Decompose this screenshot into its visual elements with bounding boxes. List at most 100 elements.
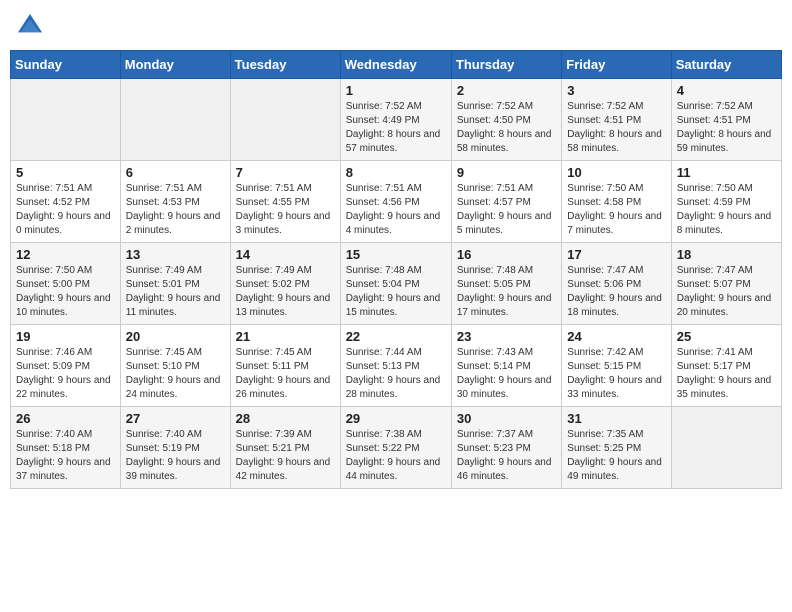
calendar-table: SundayMondayTuesdayWednesdayThursdayFrid… [10, 50, 782, 489]
calendar-cell: 2 Sunrise: 7:52 AMSunset: 4:50 PMDaylight… [451, 79, 561, 161]
day-detail: Sunrise: 7:38 AMSunset: 5:22 PMDaylight:… [346, 428, 446, 484]
day-number: 14 [236, 247, 335, 262]
calendar-cell [671, 407, 781, 489]
day-number: 21 [236, 329, 335, 344]
calendar-cell: 14 Sunrise: 7:49 AMSunset: 5:02 PMDayligh… [230, 243, 340, 325]
day-number: 12 [16, 247, 115, 262]
day-number: 30 [457, 411, 556, 426]
day-detail: Sunrise: 7:46 AMSunset: 5:09 PMDaylight:… [16, 346, 115, 402]
day-number: 11 [677, 165, 776, 180]
day-detail: Sunrise: 7:43 AMSunset: 5:14 PMDaylight:… [457, 346, 556, 402]
day-number: 17 [567, 247, 665, 262]
week-row-5: 26Sunrise: 7:40 AMSunset: 5:18 PMDayligh… [11, 407, 782, 489]
day-detail: Sunrise: 7:52 AMSunset: 4:51 PMDaylight:… [567, 100, 665, 156]
calendar-cell: 21 Sunrise: 7:45 AMSunset: 5:11 PMDayligh… [230, 325, 340, 407]
day-number: 1 [346, 83, 446, 98]
day-header-thursday: Thursday [451, 51, 561, 79]
day-number: 16 [457, 247, 556, 262]
day-number: 13 [126, 247, 225, 262]
day-header-tuesday: Tuesday [230, 51, 340, 79]
day-detail: Sunrise: 7:47 AMSunset: 5:06 PMDaylight:… [567, 264, 665, 320]
day-detail: Sunrise: 7:52 AMSunset: 4:49 PMDaylight:… [346, 100, 446, 156]
day-number: 6 [126, 165, 225, 180]
calendar-cell: 4 Sunrise: 7:52 AMSunset: 4:51 PMDaylight… [671, 79, 781, 161]
calendar-cell [11, 79, 121, 161]
day-number: 7 [236, 165, 335, 180]
calendar-cell: 28Sunrise: 7:39 AMSunset: 5:21 PMDayligh… [230, 407, 340, 489]
calendar-cell: 5Sunrise: 7:51 AMSunset: 4:52 PMDaylight… [11, 161, 121, 243]
day-detail: Sunrise: 7:51 AMSunset: 4:53 PMDaylight:… [126, 182, 225, 238]
day-number: 4 [677, 83, 776, 98]
logo [14, 10, 50, 42]
day-header-saturday: Saturday [671, 51, 781, 79]
week-row-3: 12 Sunrise: 7:50 AMSunset: 5:00 PMDayligh… [11, 243, 782, 325]
day-detail: Sunrise: 7:35 AMSunset: 5:25 PMDaylight:… [567, 428, 665, 484]
calendar-cell: 12 Sunrise: 7:50 AMSunset: 5:00 PMDayligh… [11, 243, 121, 325]
day-detail: Sunrise: 7:40 AMSunset: 5:19 PMDaylight:… [126, 428, 225, 484]
day-header-wednesday: Wednesday [340, 51, 451, 79]
week-row-2: 5Sunrise: 7:51 AMSunset: 4:52 PMDaylight… [11, 161, 782, 243]
day-header-monday: Monday [120, 51, 230, 79]
calendar-cell: 1 Sunrise: 7:52 AMSunset: 4:49 PMDaylight… [340, 79, 451, 161]
day-detail: Sunrise: 7:52 AMSunset: 4:51 PMDaylight:… [677, 100, 776, 156]
day-detail: Sunrise: 7:51 AMSunset: 4:56 PMDaylight:… [346, 182, 446, 238]
day-number: 8 [346, 165, 446, 180]
day-number: 2 [457, 83, 556, 98]
calendar-header: SundayMondayTuesdayWednesdayThursdayFrid… [11, 51, 782, 79]
day-number: 9 [457, 165, 556, 180]
day-detail: Sunrise: 7:50 AMSunset: 4:59 PMDaylight:… [677, 182, 776, 238]
calendar-cell: 3 Sunrise: 7:52 AMSunset: 4:51 PMDaylight… [562, 79, 671, 161]
day-number: 23 [457, 329, 556, 344]
calendar-cell: 31 Sunrise: 7:35 AMSunset: 5:25 PMDayligh… [562, 407, 671, 489]
calendar-cell: 25 Sunrise: 7:41 AMSunset: 5:17 PMDayligh… [671, 325, 781, 407]
calendar-cell: 22Sunrise: 7:44 AMSunset: 5:13 PMDayligh… [340, 325, 451, 407]
day-number: 25 [677, 329, 776, 344]
day-number: 29 [346, 411, 446, 426]
day-detail: Sunrise: 7:47 AMSunset: 5:07 PMDaylight:… [677, 264, 776, 320]
day-number: 31 [567, 411, 665, 426]
day-detail: Sunrise: 7:37 AMSunset: 5:23 PMDaylight:… [457, 428, 556, 484]
day-number: 15 [346, 247, 446, 262]
day-detail: Sunrise: 7:50 AMSunset: 4:58 PMDaylight:… [567, 182, 665, 238]
day-number: 24 [567, 329, 665, 344]
calendar-cell: 9 Sunrise: 7:51 AMSunset: 4:57 PMDaylight… [451, 161, 561, 243]
calendar-body: 1 Sunrise: 7:52 AMSunset: 4:49 PMDaylight… [11, 79, 782, 489]
day-detail: Sunrise: 7:51 AMSunset: 4:57 PMDaylight:… [457, 182, 556, 238]
day-detail: Sunrise: 7:49 AMSunset: 5:02 PMDaylight:… [236, 264, 335, 320]
day-detail: Sunrise: 7:44 AMSunset: 5:13 PMDaylight:… [346, 346, 446, 402]
calendar-cell: 24Sunrise: 7:42 AMSunset: 5:15 PMDayligh… [562, 325, 671, 407]
calendar-cell: 7 Sunrise: 7:51 AMSunset: 4:55 PMDaylight… [230, 161, 340, 243]
day-number: 19 [16, 329, 115, 344]
calendar-cell: 26Sunrise: 7:40 AMSunset: 5:18 PMDayligh… [11, 407, 121, 489]
day-detail: Sunrise: 7:51 AMSunset: 4:55 PMDaylight:… [236, 182, 335, 238]
calendar-cell: 16 Sunrise: 7:48 AMSunset: 5:05 PMDayligh… [451, 243, 561, 325]
calendar-cell [120, 79, 230, 161]
logo-icon [14, 10, 46, 42]
day-detail: Sunrise: 7:52 AMSunset: 4:50 PMDaylight:… [457, 100, 556, 156]
week-row-4: 19 Sunrise: 7:46 AMSunset: 5:09 PMDayligh… [11, 325, 782, 407]
calendar-cell: 15 Sunrise: 7:48 AMSunset: 5:04 PMDayligh… [340, 243, 451, 325]
calendar-cell: 13Sunrise: 7:49 AMSunset: 5:01 PMDayligh… [120, 243, 230, 325]
calendar-cell: 8 Sunrise: 7:51 AMSunset: 4:56 PMDaylight… [340, 161, 451, 243]
day-detail: Sunrise: 7:45 AMSunset: 5:11 PMDaylight:… [236, 346, 335, 402]
day-detail: Sunrise: 7:48 AMSunset: 5:04 PMDaylight:… [346, 264, 446, 320]
page-header [10, 10, 782, 42]
calendar-cell: 27 Sunrise: 7:40 AMSunset: 5:19 PMDayligh… [120, 407, 230, 489]
week-row-1: 1 Sunrise: 7:52 AMSunset: 4:49 PMDaylight… [11, 79, 782, 161]
day-number: 18 [677, 247, 776, 262]
day-detail: Sunrise: 7:45 AMSunset: 5:10 PMDaylight:… [126, 346, 225, 402]
day-header-sunday: Sunday [11, 51, 121, 79]
day-number: 20 [126, 329, 225, 344]
day-number: 27 [126, 411, 225, 426]
day-detail: Sunrise: 7:39 AMSunset: 5:21 PMDaylight:… [236, 428, 335, 484]
day-detail: Sunrise: 7:41 AMSunset: 5:17 PMDaylight:… [677, 346, 776, 402]
day-number: 3 [567, 83, 665, 98]
days-of-week-row: SundayMondayTuesdayWednesdayThursdayFrid… [11, 51, 782, 79]
day-detail: Sunrise: 7:40 AMSunset: 5:18 PMDaylight:… [16, 428, 115, 484]
calendar-cell: 30 Sunrise: 7:37 AMSunset: 5:23 PMDayligh… [451, 407, 561, 489]
day-detail: Sunrise: 7:50 AMSunset: 5:00 PMDaylight:… [16, 264, 115, 320]
calendar-cell [230, 79, 340, 161]
day-detail: Sunrise: 7:48 AMSunset: 5:05 PMDaylight:… [457, 264, 556, 320]
day-number: 5 [16, 165, 115, 180]
calendar-cell: 18 Sunrise: 7:47 AMSunset: 5:07 PMDayligh… [671, 243, 781, 325]
